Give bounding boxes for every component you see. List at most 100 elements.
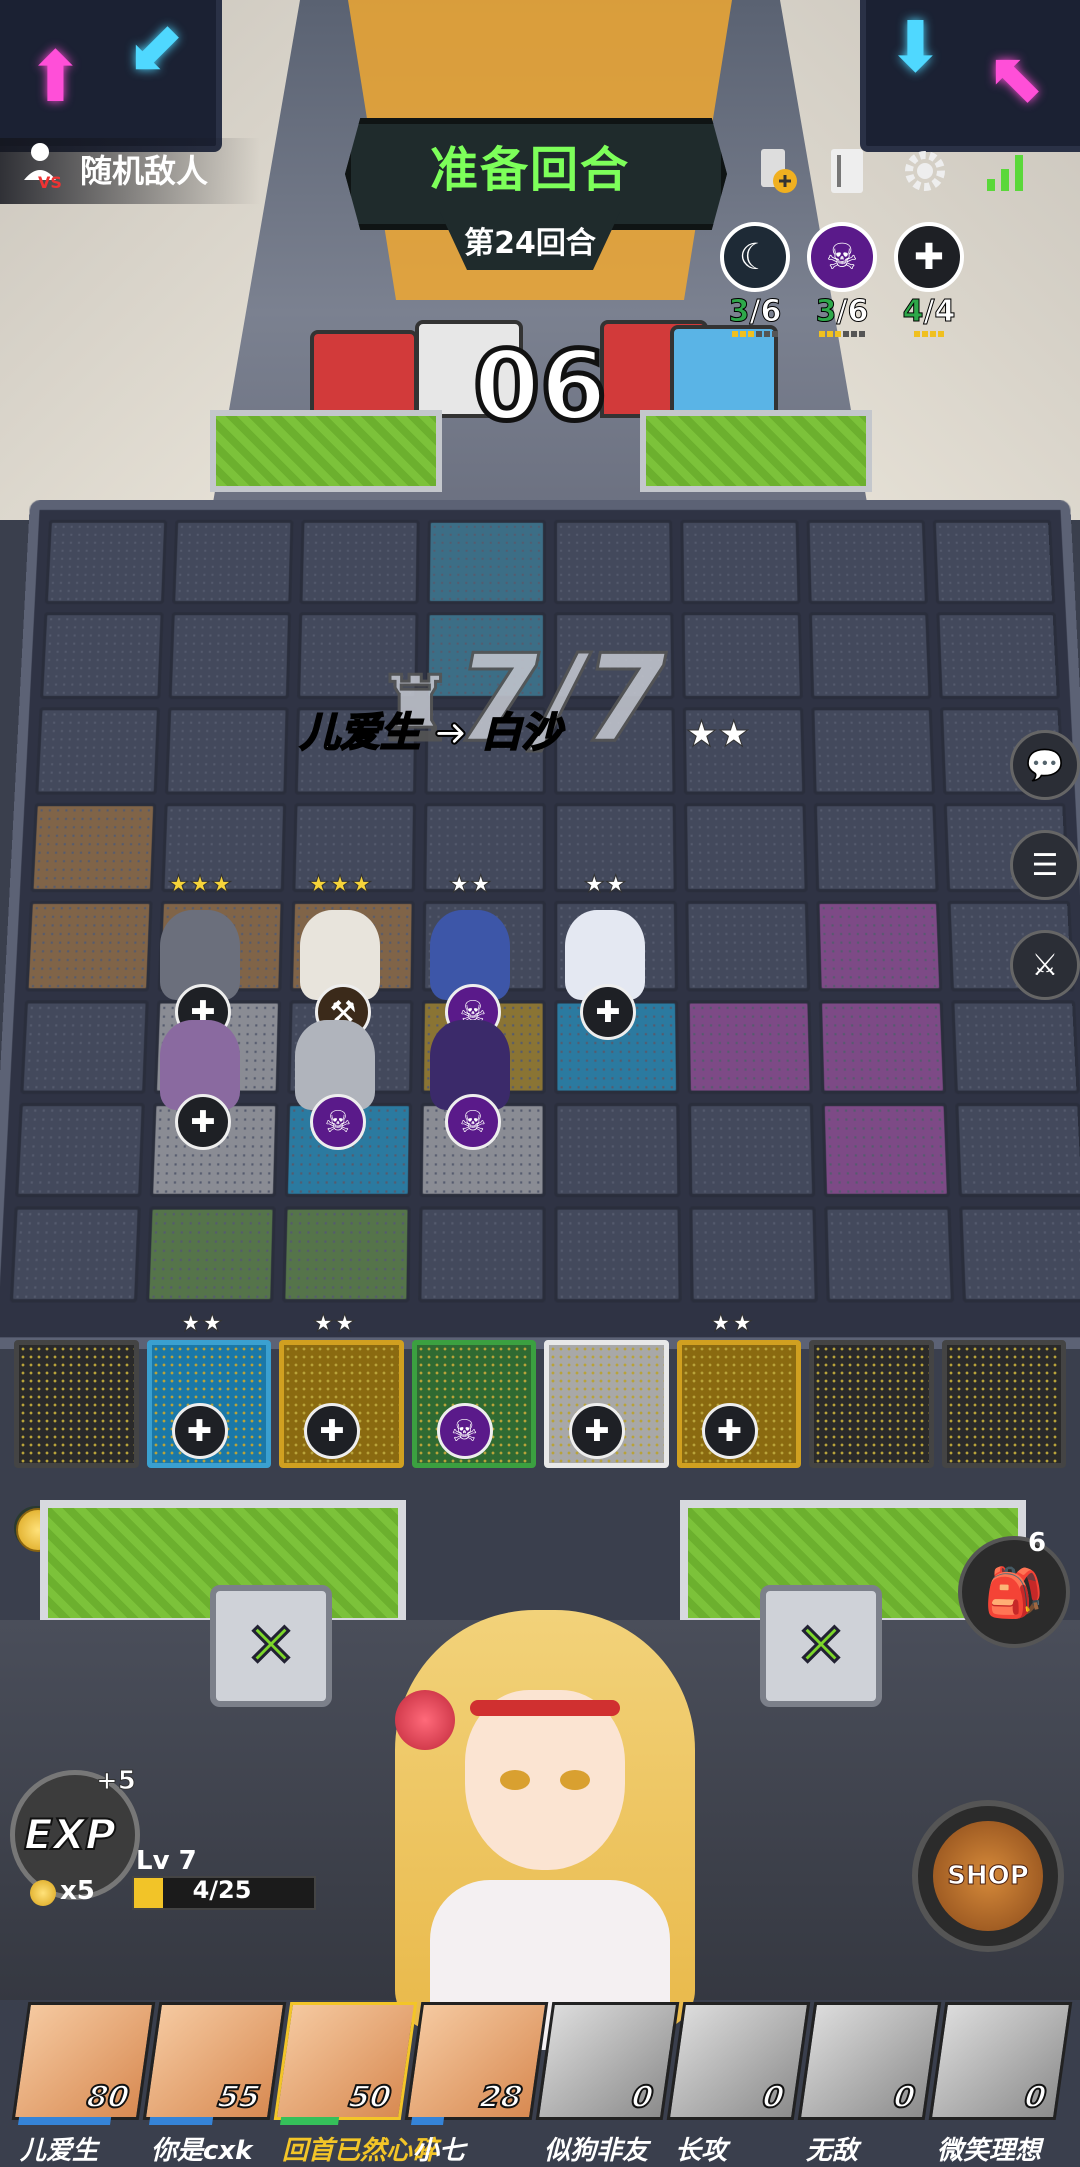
shop-button[interactable]: SHOP bbox=[912, 1800, 1064, 1952]
holy-cross-icon: ✚ bbox=[175, 1094, 231, 1150]
board-cell[interactable] bbox=[40, 612, 164, 699]
board-cell[interactable] bbox=[418, 1205, 546, 1303]
bag-count: 6 bbox=[1028, 1528, 1047, 1558]
synergy-demon[interactable]: ☠ 3/6 bbox=[805, 222, 879, 337]
merge-from: 儿爱生 bbox=[299, 709, 421, 757]
player-card[interactable]: 0 似狗非友 bbox=[535, 2002, 680, 2166]
player-card[interactable]: 50 回首已然心碎 bbox=[273, 2002, 438, 2166]
crossed-x-icon: ✕ bbox=[210, 1585, 332, 1707]
player-card[interactable]: 80 儿爱生 bbox=[11, 2002, 156, 2166]
unit-stars: ★★★ bbox=[307, 870, 373, 899]
board-cell[interactable] bbox=[683, 802, 808, 893]
rose-icon bbox=[395, 1690, 455, 1750]
merge-to: 白沙 bbox=[480, 709, 562, 757]
board-cell[interactable] bbox=[811, 706, 936, 795]
bench-slot[interactable] bbox=[14, 1340, 139, 1468]
board-cell[interactable] bbox=[426, 519, 546, 605]
bench-slot[interactable]: ★★ ✚ bbox=[676, 1309, 801, 1468]
board-cell[interactable] bbox=[821, 1102, 951, 1197]
board-cell[interactable] bbox=[686, 1000, 813, 1094]
handbook-icon[interactable] bbox=[820, 144, 874, 198]
board-cell[interactable] bbox=[813, 802, 939, 893]
player-card[interactable]: 0 长攻 bbox=[666, 2002, 811, 2166]
bench-slot[interactable]: ★★ ✚ bbox=[146, 1309, 271, 1468]
unit-stars: ★★ bbox=[583, 870, 627, 899]
board-cell[interactable] bbox=[818, 1000, 947, 1094]
board-cell[interactable] bbox=[554, 519, 674, 605]
board-cell[interactable] bbox=[680, 519, 801, 605]
board-unit[interactable]: ✚ bbox=[150, 1010, 250, 1150]
swap-device-icon[interactable] bbox=[750, 144, 804, 198]
backpack-icon[interactable]: 🎒 bbox=[958, 1536, 1070, 1648]
board-unit[interactable]: ☠ bbox=[420, 1010, 520, 1150]
player-portrait: 0 bbox=[928, 2002, 1073, 2120]
board-cell[interactable] bbox=[299, 519, 420, 605]
bench-slot[interactable] bbox=[941, 1340, 1066, 1468]
moon-icon: ☾ bbox=[720, 222, 790, 292]
player-card[interactable]: 55 你是cxk bbox=[142, 2002, 287, 2166]
player-name: 长攻 bbox=[675, 2136, 728, 2166]
board-cell[interactable] bbox=[9, 1205, 141, 1303]
countdown-timer: 06 bbox=[471, 328, 610, 445]
demon-face-icon: ☠ bbox=[436, 1403, 493, 1459]
player-portrait: 55 bbox=[142, 2002, 287, 2125]
player-avatar bbox=[465, 1690, 625, 1870]
exp-label: EXP bbox=[23, 1809, 117, 1860]
board-cell[interactable] bbox=[30, 802, 157, 893]
board-cell[interactable] bbox=[164, 706, 289, 795]
board-cell[interactable] bbox=[554, 1102, 681, 1197]
board-cell[interactable] bbox=[806, 519, 928, 605]
board-cell[interactable] bbox=[168, 612, 292, 699]
synergy-moon[interactable]: ☾ 3/6 bbox=[718, 222, 792, 337]
phase-title: 准备回合 bbox=[429, 142, 630, 198]
player-hp-bar bbox=[411, 2117, 445, 2125]
neon-arrow-icon: ⬆ bbox=[26, 36, 85, 118]
player-name: 你是cxk bbox=[151, 2136, 253, 2166]
board-cell[interactable] bbox=[955, 1102, 1080, 1197]
unit-stars: ★★★ bbox=[167, 870, 233, 899]
synergy-pips bbox=[718, 331, 792, 337]
neon-arrow-icon: ⬉ bbox=[986, 36, 1045, 118]
board-cell[interactable] bbox=[687, 1102, 816, 1197]
board-cell[interactable] bbox=[20, 1000, 149, 1094]
holy-cross-icon: ✚ bbox=[580, 984, 636, 1040]
board-unit[interactable]: ☠ bbox=[285, 1010, 385, 1150]
player-card[interactable]: 28 小七 bbox=[404, 2002, 549, 2166]
board-cell[interactable] bbox=[959, 1205, 1080, 1303]
bench-slot[interactable]: ★★ ✚ bbox=[279, 1309, 404, 1468]
unit-stars: ★★ bbox=[179, 1309, 224, 1338]
board-cell[interactable] bbox=[824, 1205, 955, 1303]
player-card[interactable]: 0 无敌 bbox=[797, 2002, 942, 2166]
board-unit[interactable]: ★★ ✚ bbox=[555, 870, 655, 1040]
headband bbox=[470, 1700, 620, 1716]
board-cell[interactable] bbox=[685, 900, 811, 992]
exp-gain: +5 bbox=[96, 1766, 137, 1797]
bench-slot[interactable] bbox=[809, 1340, 934, 1468]
board-cell[interactable] bbox=[936, 612, 1060, 699]
board-cell[interactable] bbox=[951, 1000, 1080, 1094]
board-cell[interactable] bbox=[44, 519, 168, 605]
board-cell[interactable] bbox=[554, 1205, 682, 1303]
round-number: 第24回合 bbox=[464, 226, 596, 261]
unit-stars: ★★ bbox=[709, 1309, 754, 1338]
bench-slot[interactable]: ✚ bbox=[544, 1340, 669, 1468]
gear-icon[interactable] bbox=[898, 144, 952, 198]
board-cell[interactable] bbox=[35, 706, 161, 795]
board-cell[interactable] bbox=[681, 612, 803, 699]
synergy-holy[interactable]: ✚ 4/4 bbox=[892, 222, 966, 337]
board-cell[interactable] bbox=[816, 900, 943, 992]
board-cell[interactable] bbox=[689, 1205, 818, 1303]
player-list-icon[interactable]: ☰ bbox=[1010, 830, 1080, 900]
board-cell[interactable] bbox=[15, 1102, 145, 1197]
board-cell[interactable] bbox=[932, 519, 1056, 605]
board-cell[interactable] bbox=[145, 1205, 276, 1303]
board-cell[interactable] bbox=[172, 519, 294, 605]
board-cell[interactable] bbox=[25, 900, 153, 992]
board-cell[interactable] bbox=[282, 1205, 411, 1303]
enemy-label: 随机敌人 bbox=[80, 152, 209, 190]
board-cell[interactable] bbox=[808, 612, 932, 699]
battle-log-icon[interactable]: ⚔ bbox=[1010, 930, 1080, 1000]
bench-slot[interactable]: ☠ bbox=[411, 1340, 536, 1468]
chat-icon[interactable]: 💬 bbox=[1010, 730, 1080, 800]
player-card[interactable]: 0 微笑理想 bbox=[928, 2002, 1073, 2166]
